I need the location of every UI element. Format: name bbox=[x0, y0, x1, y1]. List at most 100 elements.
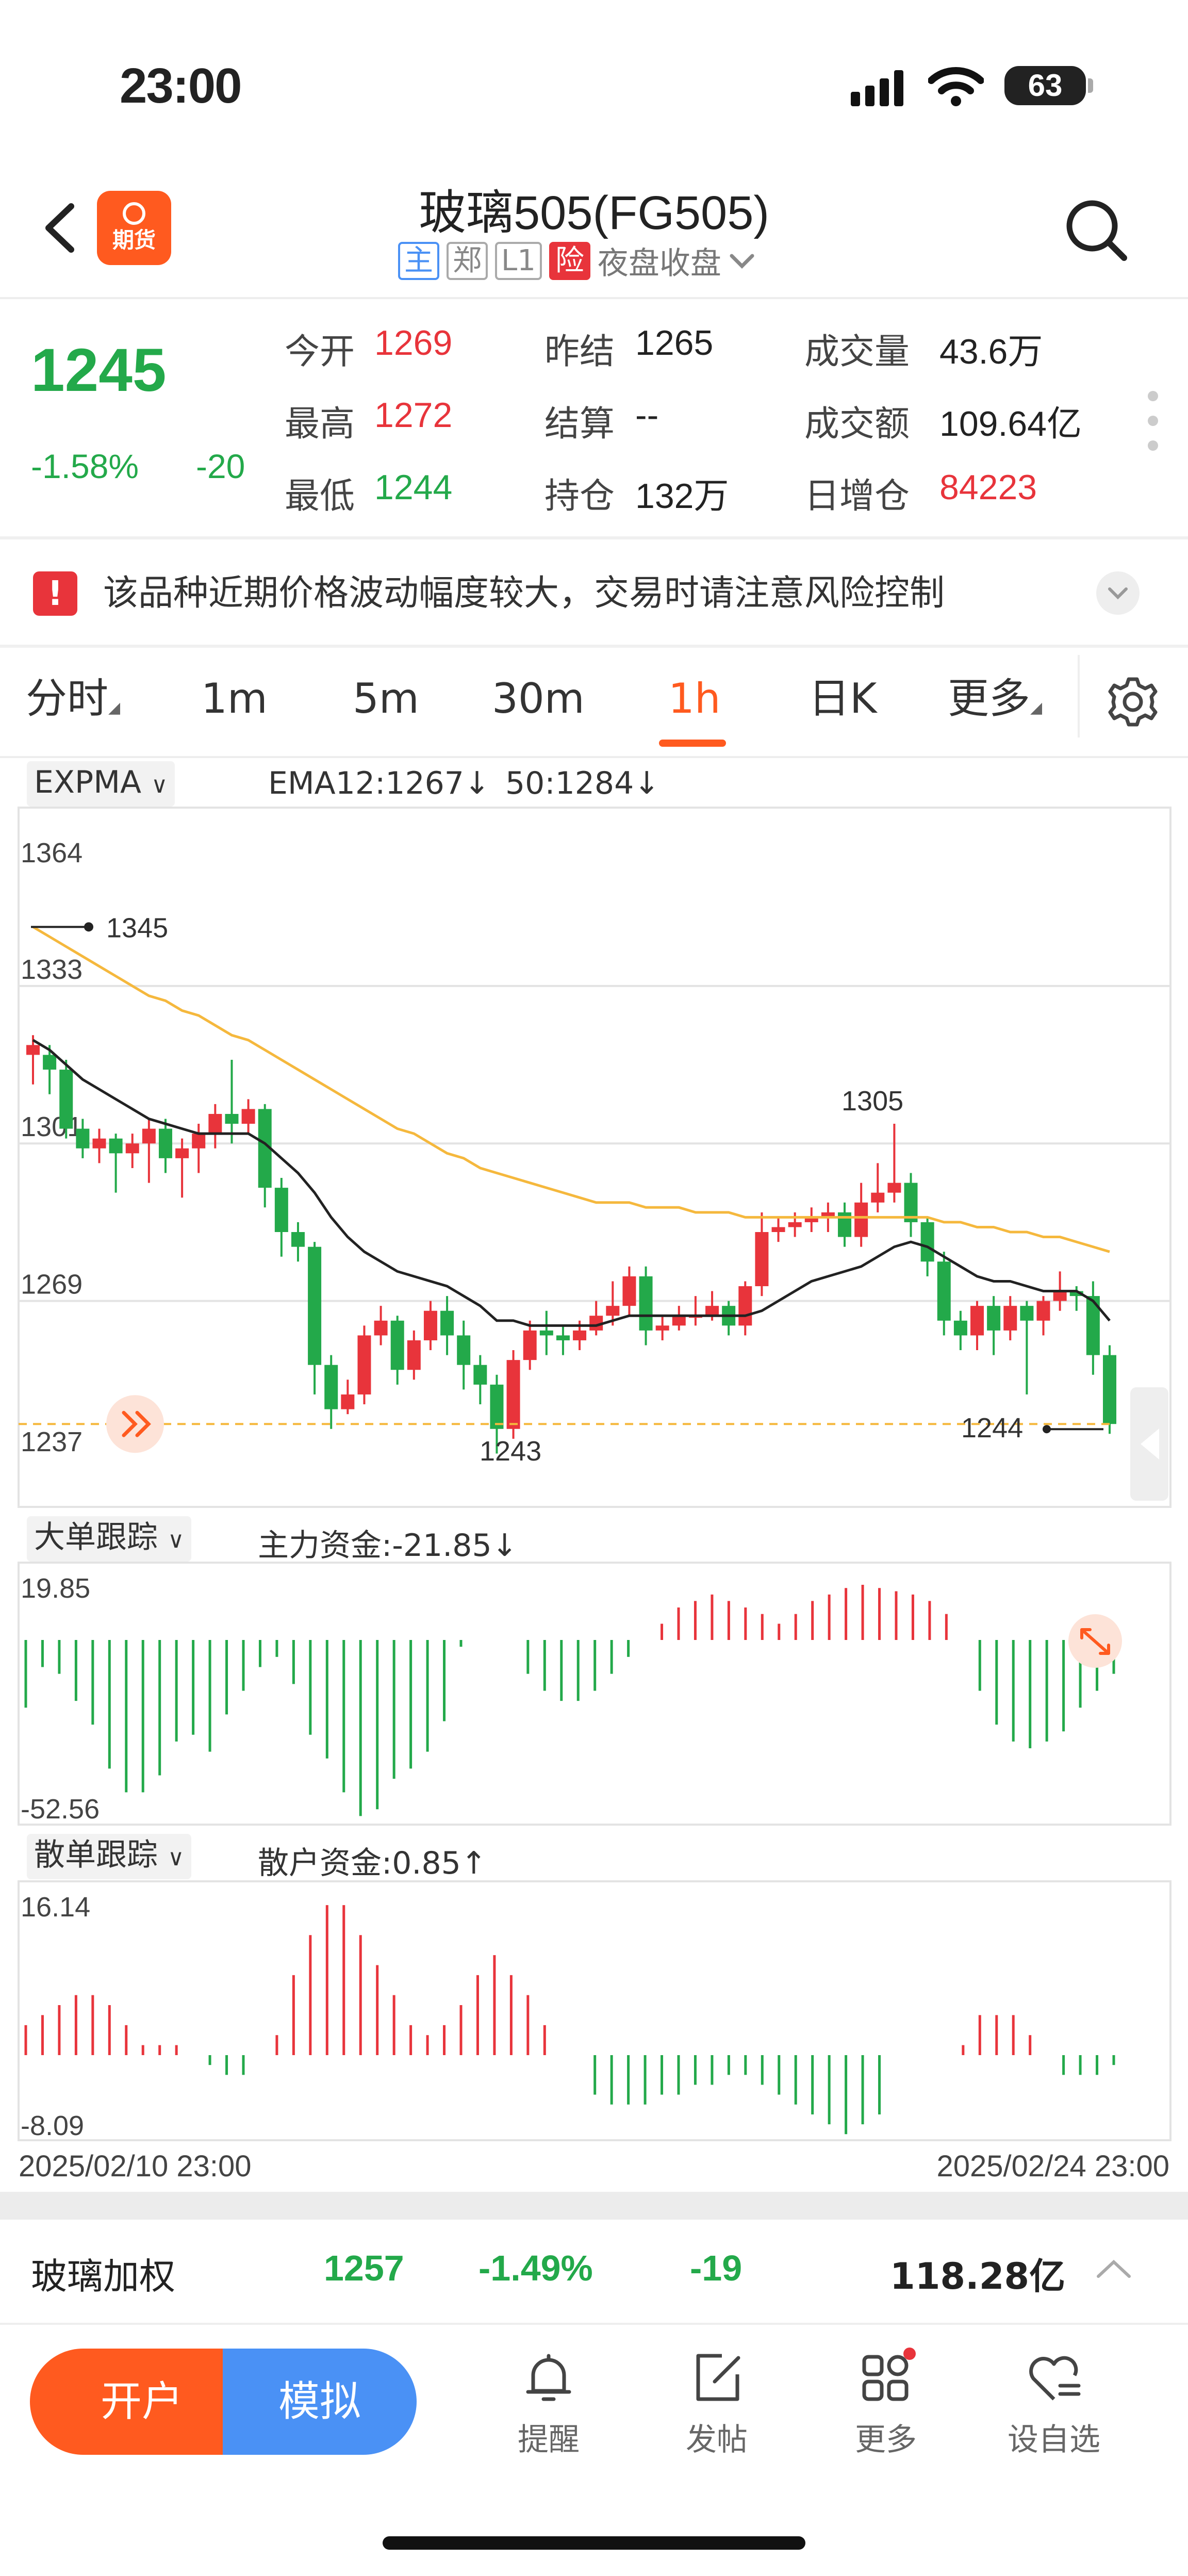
tab-more[interactable]: 更多◢ bbox=[948, 670, 1042, 736]
instrument-tags: 主 郑 L1 险 夜盘收盘 bbox=[398, 238, 757, 283]
candle-body bbox=[291, 1232, 305, 1247]
low-label: 最低 bbox=[285, 476, 355, 517]
candle-body bbox=[1003, 1306, 1017, 1331]
candle-body bbox=[920, 1222, 934, 1262]
high-label: 最高 bbox=[285, 404, 355, 445]
nav-post-label: 发帖 bbox=[686, 2422, 748, 2458]
open-account-button[interactable]: 开户 bbox=[30, 2349, 254, 2455]
settle-value: -- bbox=[635, 396, 659, 435]
annotation-low: 1243 bbox=[480, 1436, 541, 1467]
nav-more[interactable]: 更多 bbox=[819, 2348, 953, 2459]
prev-settle-label: 昨结 bbox=[544, 332, 615, 372]
volume-label: 成交量 bbox=[804, 332, 910, 372]
candle-body bbox=[192, 1134, 206, 1148]
bell-icon bbox=[526, 2354, 571, 2401]
more-dots-icon[interactable] bbox=[1143, 390, 1163, 452]
tag-exchange: 郑 bbox=[447, 241, 488, 280]
last-price: 1245 bbox=[31, 336, 167, 404]
candle-body bbox=[771, 1227, 785, 1233]
bottom-separator bbox=[0, 2192, 1188, 2220]
heart-list-icon bbox=[1029, 2356, 1081, 2401]
battery-cap bbox=[1088, 78, 1093, 93]
gear-icon[interactable] bbox=[1099, 668, 1166, 735]
y-tick-label: 1269 bbox=[21, 1269, 82, 1300]
tag-risk: 险 bbox=[549, 241, 590, 280]
tab-5m[interactable]: 5m bbox=[353, 670, 419, 727]
candle-body bbox=[357, 1335, 371, 1394]
chevron-down-icon bbox=[1108, 587, 1128, 600]
active-tab-indicator bbox=[659, 740, 726, 747]
candle-body bbox=[241, 1109, 255, 1124]
nav-alert-label: 提醒 bbox=[518, 2422, 580, 2458]
nav-watchlist[interactable]: 设自选 bbox=[987, 2348, 1121, 2459]
battery-indicator: 63 bbox=[1004, 66, 1086, 105]
annotation-dot bbox=[84, 922, 93, 932]
corner-arrow-icon: ◢ bbox=[1030, 699, 1043, 717]
candle-body bbox=[92, 1138, 106, 1148]
candle-body bbox=[308, 1246, 322, 1365]
candle-body bbox=[43, 1055, 57, 1070]
tag-main: 主 bbox=[398, 241, 439, 280]
change-value: -20 bbox=[196, 447, 245, 485]
candle-body bbox=[556, 1335, 570, 1340]
candle-body bbox=[175, 1148, 189, 1158]
corner-arrow-icon: ◢ bbox=[108, 699, 121, 717]
nav-more-label: 更多 bbox=[855, 2422, 917, 2458]
notice-divider bbox=[0, 645, 1188, 648]
low-value: 1244 bbox=[374, 468, 453, 507]
edit-icon bbox=[696, 2354, 740, 2401]
y-tick-label: 1237 bbox=[21, 1426, 82, 1457]
main-panel-frame bbox=[18, 807, 1172, 1508]
candle-body bbox=[208, 1113, 222, 1134]
candle-body bbox=[457, 1335, 471, 1365]
candle-body bbox=[953, 1320, 967, 1336]
open-interest-label: 持仓 bbox=[544, 476, 615, 517]
candle-body bbox=[1036, 1301, 1050, 1321]
session-status[interactable]: 夜盘收盘 bbox=[598, 238, 721, 283]
end-date: 2025/02/24 23:00 bbox=[936, 2150, 1169, 2183]
candle-body bbox=[655, 1325, 669, 1331]
candle-body bbox=[871, 1192, 885, 1203]
tab-timeshare-label: 分时 bbox=[26, 675, 108, 723]
candle-body bbox=[639, 1276, 653, 1331]
nav-post[interactable]: 发帖 bbox=[650, 2348, 784, 2459]
tab-daily-k[interactable]: 日K bbox=[808, 670, 877, 727]
candle-body bbox=[622, 1276, 636, 1306]
tab-30m[interactable]: 30m bbox=[492, 670, 585, 727]
nav-watchlist-label: 设自选 bbox=[1008, 2422, 1100, 2458]
simulate-button[interactable]: 模拟 bbox=[223, 2349, 417, 2455]
candle-body bbox=[473, 1365, 487, 1385]
candle-body bbox=[274, 1188, 288, 1233]
search-icon[interactable] bbox=[1063, 197, 1130, 264]
change-percent: -1.58% bbox=[31, 447, 139, 485]
tab-1m[interactable]: 1m bbox=[201, 670, 268, 727]
candle-body bbox=[738, 1286, 752, 1326]
candle-body bbox=[573, 1330, 587, 1340]
open-label: 今开 bbox=[285, 332, 355, 372]
tab-more-label: 更多 bbox=[948, 675, 1030, 723]
chevron-up-icon[interactable] bbox=[1093, 2254, 1134, 2285]
candle-body bbox=[606, 1306, 620, 1316]
candle-body bbox=[76, 1128, 90, 1148]
kline-chart[interactable]: 1364 1333 1301 1269 1237 1345 1305 1243 1244 19.8… bbox=[0, 758, 1188, 2192]
notice-expand-button[interactable] bbox=[1096, 571, 1140, 615]
candle-body bbox=[755, 1232, 769, 1286]
candle-body bbox=[374, 1320, 388, 1336]
candle-body bbox=[887, 1183, 901, 1193]
index-summary-bar[interactable]: 玻璃加权 1257 -1.49% -19 118.28亿 bbox=[0, 2220, 1188, 2323]
candle-body bbox=[987, 1306, 1001, 1331]
index-price: 1257 bbox=[324, 2248, 404, 2288]
candle-body bbox=[109, 1138, 123, 1154]
candle-body bbox=[1020, 1306, 1034, 1321]
tab-timeshare[interactable]: 分时◢ bbox=[26, 670, 120, 736]
status-time: 23:00 bbox=[120, 58, 242, 113]
candle-body bbox=[225, 1113, 239, 1124]
index-change: -19 bbox=[690, 2248, 742, 2288]
tab-1h[interactable]: 1h bbox=[668, 670, 721, 727]
nav-alert[interactable]: 提醒 bbox=[482, 2348, 616, 2459]
volume-value: 43.6万 bbox=[939, 332, 1043, 371]
index-turnover: 118.28亿 bbox=[890, 2255, 1066, 2298]
candle-body bbox=[59, 1070, 73, 1129]
home-indicator bbox=[383, 2536, 805, 2550]
chevron-down-icon[interactable] bbox=[727, 251, 757, 271]
